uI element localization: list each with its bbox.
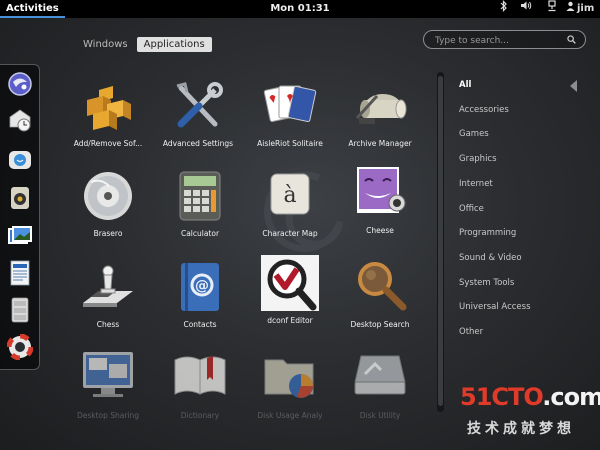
libreoffice-writer-icon[interactable] bbox=[7, 260, 33, 286]
category-programming[interactable]: Programming bbox=[459, 228, 516, 238]
app-label: Character Map bbox=[262, 229, 318, 238]
app-grid-scrollbar[interactable] bbox=[437, 72, 444, 412]
tab-windows[interactable]: Windows bbox=[76, 37, 135, 52]
category-sound-video[interactable]: Sound & Video bbox=[459, 253, 522, 263]
app-calculator[interactable]: Calculator bbox=[155, 168, 245, 238]
cheese-icon bbox=[357, 167, 406, 213]
app-label: Archive Manager bbox=[348, 139, 412, 148]
category-other[interactable]: Other bbox=[459, 327, 483, 337]
watermark-logo: 51CTO.com bbox=[460, 383, 600, 411]
dictionary-icon bbox=[174, 356, 226, 395]
app-dictionary[interactable]: Dictionary bbox=[155, 350, 245, 420]
app-disk-usage-analyzer[interactable]: Disk Usage Analy bbox=[245, 350, 335, 420]
category-games[interactable]: Games bbox=[459, 129, 489, 139]
app-label: Disk Usage Analy bbox=[257, 411, 323, 420]
category-all[interactable]: All bbox=[459, 80, 471, 90]
app-label: AisleRiot Solitaire bbox=[257, 139, 323, 148]
app-archive-manager[interactable]: Archive Manager bbox=[335, 78, 425, 148]
app-aisleriot-solitaire[interactable]: AisleRiot Solitaire bbox=[245, 78, 335, 148]
category-system-tools[interactable]: System Tools bbox=[459, 278, 514, 288]
app-label: Desktop Search bbox=[350, 320, 410, 329]
volume-icon[interactable] bbox=[518, 0, 534, 18]
tab-applications[interactable]: Applications bbox=[136, 37, 212, 52]
category-accessories[interactable]: Accessories bbox=[459, 105, 509, 115]
chess-icon bbox=[83, 265, 133, 307]
app-desktop-sharing[interactable]: Desktop Sharing bbox=[63, 350, 153, 420]
dash bbox=[0, 64, 40, 370]
app-label: Advanced Settings bbox=[162, 139, 234, 148]
app-brasero[interactable]: Brasero bbox=[63, 168, 153, 238]
app-character-map[interactable]: à Character Map bbox=[245, 168, 335, 238]
scrollbar-thumb[interactable] bbox=[438, 76, 443, 406]
search-box bbox=[423, 30, 586, 49]
app-add-remove-software[interactable]: Add/Remove Sof... bbox=[63, 78, 153, 148]
search-icon[interactable] bbox=[567, 35, 576, 44]
app-label: Brasero bbox=[93, 229, 123, 238]
app-cheese[interactable]: Cheese bbox=[335, 165, 425, 235]
app-label: Cheese bbox=[366, 226, 394, 235]
svg-text:à: à bbox=[283, 183, 296, 208]
app-chess[interactable]: Chess bbox=[63, 259, 153, 329]
view-switcher: Windows Applications bbox=[76, 32, 214, 52]
search-input[interactable] bbox=[433, 32, 567, 49]
advanced-settings-icon bbox=[176, 82, 223, 128]
contacts-icon: @ bbox=[181, 263, 219, 311]
app-label: Disk Utility bbox=[359, 411, 401, 420]
watermark-logo-red: 51CTO bbox=[460, 383, 543, 411]
svg-text:@: @ bbox=[195, 278, 209, 294]
user-icon bbox=[566, 1, 575, 11]
aisleriot-solitaire-icon bbox=[263, 85, 317, 123]
archive-manager-icon bbox=[355, 94, 407, 124]
clock-label[interactable]: Mon 01:31 bbox=[270, 3, 329, 14]
network-icon[interactable] bbox=[545, 0, 559, 18]
category-universal-access[interactable]: Universal Access bbox=[459, 302, 531, 312]
app-contacts[interactable]: @ Contacts bbox=[155, 259, 245, 329]
watermark-logo-white: .com bbox=[542, 383, 600, 411]
evolution-mail-icon[interactable] bbox=[7, 107, 33, 133]
watermark-tagline: 技术成就梦想 bbox=[467, 421, 575, 437]
category-internet[interactable]: Internet bbox=[459, 179, 493, 189]
desktop-search-icon bbox=[358, 262, 407, 311]
add-remove-software-icon bbox=[87, 86, 131, 130]
desktop-sharing-icon bbox=[83, 352, 133, 397]
help-icon[interactable] bbox=[6, 333, 34, 361]
app-label: Add/Remove Sof... bbox=[73, 139, 143, 148]
character-map-icon: à bbox=[270, 173, 310, 215]
app-label: Dictionary bbox=[180, 411, 220, 420]
app-disk-utility[interactable]: Disk Utility bbox=[335, 350, 425, 420]
user-menu[interactable]: jim bbox=[566, 0, 600, 18]
top-bar: Activities Mon 01:31 jim bbox=[0, 0, 600, 18]
app-label: Desktop Sharing bbox=[76, 411, 140, 420]
category-selected-arrow-icon bbox=[570, 80, 577, 92]
app-label: Calculator bbox=[180, 229, 220, 238]
files-icon[interactable] bbox=[7, 297, 33, 323]
app-label: Chess bbox=[96, 320, 120, 329]
brasero-icon bbox=[84, 172, 132, 220]
app-advanced-settings[interactable]: Advanced Settings bbox=[153, 78, 243, 148]
app-desktop-search[interactable]: Desktop Search bbox=[335, 259, 425, 329]
dconf-editor-icon bbox=[261, 255, 319, 311]
disk-utility-icon bbox=[354, 355, 406, 395]
category-graphics[interactable]: Graphics bbox=[459, 154, 497, 164]
app-label: Contacts bbox=[183, 320, 217, 329]
app-label: dconf Editor bbox=[267, 316, 313, 325]
empathy-chat-icon[interactable] bbox=[7, 148, 33, 174]
app-dconf-editor[interactable]: dconf Editor bbox=[245, 255, 335, 325]
category-office[interactable]: Office bbox=[459, 204, 484, 214]
disk-usage-analyzer-icon bbox=[264, 359, 314, 398]
user-name: jim bbox=[577, 3, 595, 14]
bluetooth-icon[interactable] bbox=[495, 0, 511, 18]
epiphany-browser-icon[interactable] bbox=[7, 71, 33, 97]
rhythmbox-icon[interactable] bbox=[7, 185, 33, 211]
activities-button[interactable]: Activities bbox=[0, 0, 65, 18]
calculator-icon bbox=[179, 171, 221, 221]
shotwell-photos-icon[interactable] bbox=[7, 223, 33, 249]
